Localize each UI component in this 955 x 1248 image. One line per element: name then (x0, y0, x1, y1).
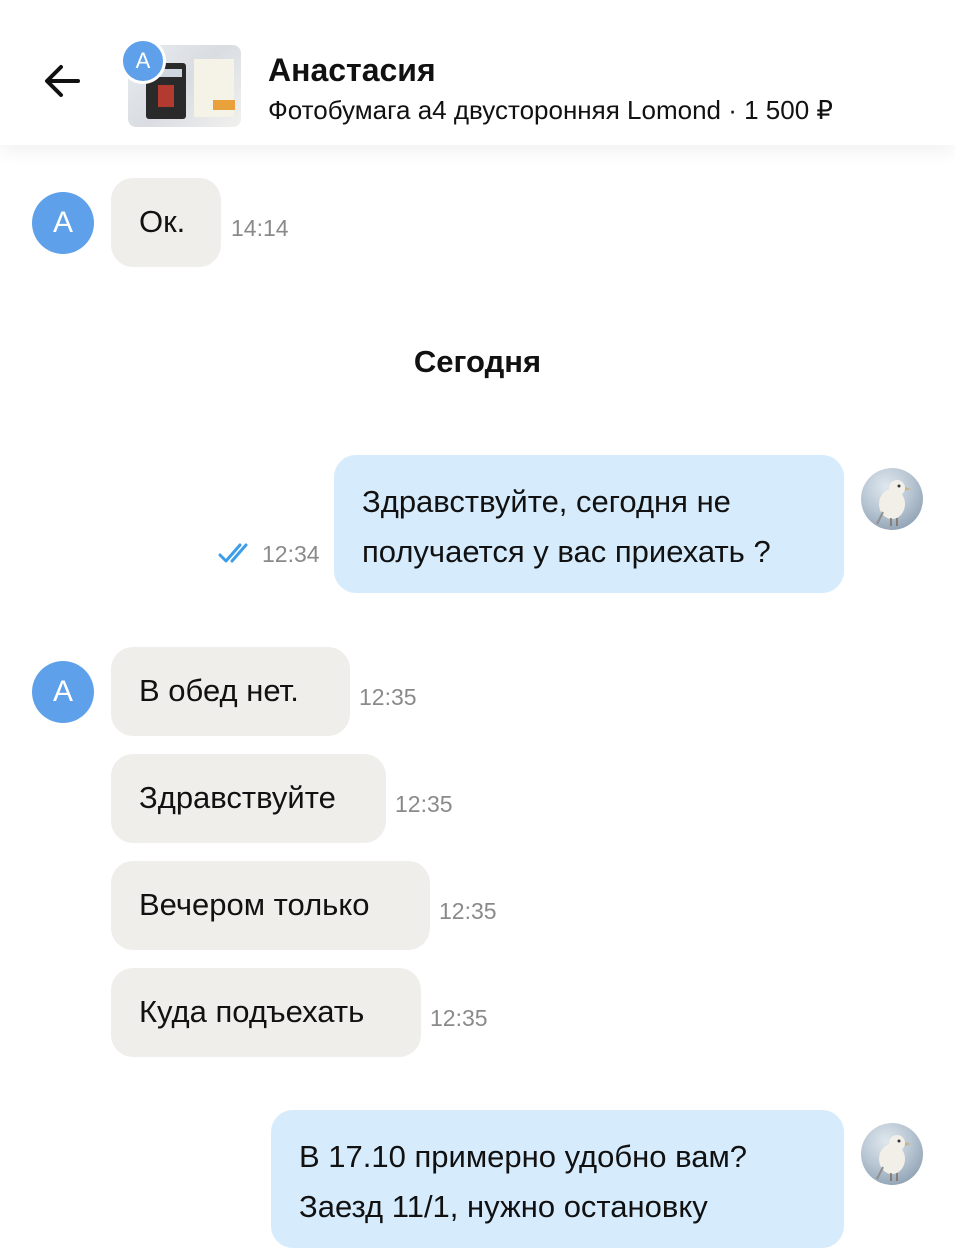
message-line: Заезд 11/1, нужно остановку (299, 1189, 708, 1224)
message-time: 12:35 (359, 684, 417, 710)
message-bubble-outgoing[interactable]: В 17.10 примерно удобно вам? Заезд 11/1,… (271, 1110, 844, 1248)
message-bubble-incoming[interactable]: Куда подъехать (111, 968, 421, 1057)
sender-avatar[interactable]: А (32, 192, 94, 254)
message-bubble-incoming[interactable]: Ок. (111, 178, 221, 267)
bird-avatar-icon (876, 480, 911, 526)
message-time: 14:14 (231, 215, 289, 241)
message-bubble-incoming[interactable]: Здравствуйте (111, 754, 386, 843)
message-line: В 17.10 примерно удобно вам? (299, 1139, 748, 1174)
read-check-icon (218, 541, 254, 570)
message-line: Здравствуйте, сегодня не (362, 484, 731, 519)
date-separator: Сегодня (413, 344, 542, 379)
message-line: получается у вас приехать ? (362, 534, 771, 569)
bird-avatar-icon (876, 1135, 911, 1181)
message-bubble-incoming[interactable]: В обед нет. (111, 647, 350, 736)
message-time: 12:35 (439, 898, 497, 924)
my-avatar[interactable] (861, 1123, 923, 1185)
back-button[interactable] (36, 55, 88, 107)
message-bubble-outgoing[interactable]: Здравствуйте, сегодня не получается у ва… (334, 455, 844, 593)
message-time: 12:35 (395, 791, 453, 817)
sender-avatar[interactable]: А (32, 661, 94, 723)
message-bubble-incoming[interactable]: Вечером только (111, 861, 430, 950)
listing-title-price[interactable]: Фотобумага а4 двусторонняя Lomond · 1 50… (268, 95, 833, 126)
message-time: 12:34 (262, 541, 320, 567)
message-time: 12:35 (430, 1005, 488, 1031)
arrow-left-icon (45, 65, 80, 97)
contact-name[interactable]: Анастасия (268, 52, 436, 89)
my-avatar[interactable] (861, 468, 923, 530)
chat-header: А Анастасия Фотобумага а4 двусторонняя L… (0, 0, 955, 145)
contact-avatar[interactable]: А (120, 38, 166, 84)
